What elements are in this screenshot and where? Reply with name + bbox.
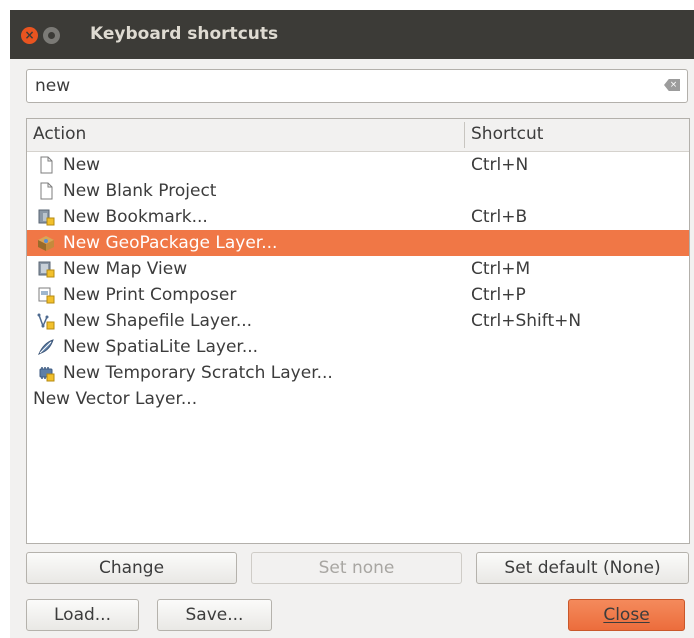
table-row[interactable]: New Temporary Scratch Layer... [27, 360, 689, 386]
row-action-label: New Print Composer [63, 285, 237, 305]
column-header-shortcut[interactable]: Shortcut [471, 124, 543, 144]
table-row[interactable]: New Print Composer Ctrl+P [27, 282, 689, 308]
row-shortcut-label: Ctrl+Shift+N [471, 311, 582, 331]
scratch-layer-icon [37, 364, 55, 382]
table-row[interactable]: New Vector Layer... [27, 386, 689, 412]
table-row[interactable]: New Bookmark... Ctrl+B [27, 204, 689, 230]
geopackage-icon [37, 234, 55, 252]
save-button[interactable]: Save... [157, 599, 272, 631]
table-row[interactable]: New Shapefile Layer... Ctrl+Shift+N [27, 308, 689, 334]
set-none-button[interactable]: Set none [251, 552, 462, 584]
table-row[interactable]: New Blank Project [27, 178, 689, 204]
row-action-label: New Temporary Scratch Layer... [63, 363, 333, 383]
shapefile-icon [37, 312, 55, 330]
column-separator[interactable] [464, 122, 465, 148]
map-view-icon [37, 260, 55, 278]
window-title: Keyboard shortcuts [90, 24, 279, 44]
spatialite-icon [37, 338, 55, 356]
clear-search-icon[interactable]: × [664, 79, 680, 91]
row-action-label: New Bookmark... [63, 207, 208, 227]
column-header-action[interactable]: Action [33, 124, 86, 144]
row-shortcut-label: Ctrl+M [471, 259, 531, 279]
window-close-button[interactable]: × [21, 27, 38, 44]
new-file-icon [37, 156, 55, 174]
blank-project-icon [37, 182, 55, 200]
row-shortcut-label: Ctrl+P [471, 285, 526, 305]
row-action-label: New SpatiaLite Layer... [63, 337, 259, 357]
row-action-label: New [63, 155, 101, 175]
title-bar: × Keyboard shortcuts [10, 10, 694, 59]
change-button[interactable]: Change [26, 552, 237, 584]
print-composer-icon [37, 286, 55, 304]
bookmark-icon [37, 208, 55, 226]
search-input-value: new [35, 76, 71, 96]
load-button[interactable]: Load... [26, 599, 139, 631]
table-row[interactable]: New SpatiaLite Layer... [27, 334, 689, 360]
row-action-label: New Map View [63, 259, 188, 279]
set-default-button[interactable]: Set default (None) [476, 552, 689, 584]
row-action-label: New Blank Project [63, 181, 217, 201]
table-header: Action Shortcut [27, 119, 689, 152]
row-action-label: New Shapefile Layer... [63, 311, 253, 331]
table-row[interactable]: New GeoPackage Layer... [27, 230, 689, 256]
search-input[interactable]: new × [26, 69, 688, 103]
keyboard-shortcuts-dialog: × Keyboard shortcuts new × Action Shortc… [10, 10, 694, 638]
shortcuts-table[interactable]: Action Shortcut New Ctrl+N New Blank Proje… [26, 118, 690, 544]
close-button[interactable]: Close [568, 599, 685, 631]
table-row[interactable]: New Ctrl+N [27, 152, 689, 178]
row-action-label: New Vector Layer... [33, 389, 198, 409]
row-shortcut-label: Ctrl+B [471, 207, 528, 227]
window-minimize-button[interactable] [43, 27, 60, 44]
table-row[interactable]: New Map View Ctrl+M [27, 256, 689, 282]
close-button-label: Close [603, 605, 650, 625]
row-action-label: New GeoPackage Layer... [63, 233, 278, 253]
row-shortcut-label: Ctrl+N [471, 155, 529, 175]
